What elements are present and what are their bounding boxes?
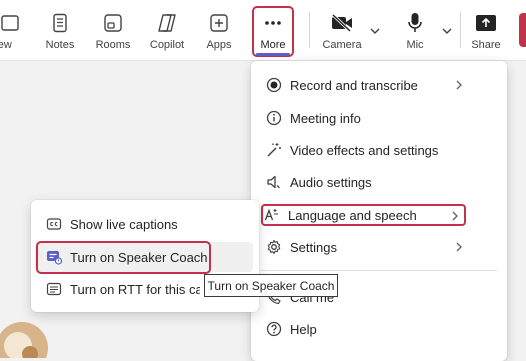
chevron-right-icon <box>456 242 462 252</box>
record-icon <box>265 76 283 94</box>
menu-divider <box>261 270 497 271</box>
notes-icon <box>51 12 69 34</box>
share-arrow-icon <box>475 12 497 34</box>
microphone-icon <box>407 12 423 34</box>
menu-item-audio-settings[interactable]: Audio settings <box>251 167 507 197</box>
magic-wand-icon <box>265 141 283 159</box>
add-app-icon <box>209 12 229 34</box>
leave-button-edge[interactable] <box>519 13 526 47</box>
help-icon <box>265 320 283 338</box>
speaker-coach-tooltip: Turn on Speaker Coach <box>204 274 338 297</box>
notes-button[interactable]: Notes <box>42 0 78 60</box>
rtt-icon <box>45 280 63 298</box>
share-button[interactable]: Share <box>468 0 504 60</box>
mic-button[interactable]: Mic <box>400 0 430 60</box>
copilot-button[interactable]: Copilot <box>146 0 188 60</box>
speaker-icon <box>265 173 283 191</box>
gear-icon <box>265 238 283 256</box>
menu-item-settings[interactable]: Settings <box>251 232 507 262</box>
more-options-menu: Record and transcribe Meeting info Video… <box>251 61 507 361</box>
participant-video-fragment <box>0 322 48 358</box>
menu-item-meeting-info[interactable]: Meeting info <box>251 103 507 133</box>
chevron-right-icon <box>456 80 462 90</box>
camera-options-chevron-icon[interactable] <box>369 26 381 36</box>
submenu-item-show-live-captions[interactable]: Show live captions <box>31 209 259 239</box>
apps-button[interactable]: Apps <box>202 0 236 60</box>
rooms-button[interactable]: Rooms <box>93 0 133 60</box>
meeting-toolbar: View Notes Rooms Copilot Apps More <box>0 0 526 61</box>
language-icon <box>263 206 281 224</box>
camera-off-icon <box>330 12 354 34</box>
rooms-icon <box>103 12 123 34</box>
mic-options-chevron-icon[interactable] <box>441 26 453 36</box>
menu-item-help[interactable]: Help <box>251 314 507 344</box>
camera-button[interactable]: Camera <box>320 0 364 60</box>
menu-item-record-and-transcribe[interactable]: Record and transcribe <box>251 70 507 100</box>
menu-item-language-and-speech[interactable]: Language and speech <box>261 204 466 226</box>
info-icon <box>265 109 283 127</box>
speaker-coach-highlight-outline <box>36 241 211 274</box>
toolbar-divider <box>460 12 461 48</box>
chevron-right-icon <box>452 211 458 221</box>
captions-icon <box>45 215 63 233</box>
view-button[interactable]: View <box>0 0 30 60</box>
toolbar-divider <box>309 12 310 48</box>
menu-item-video-effects[interactable]: Video effects and settings <box>251 135 507 165</box>
more-highlight-outline <box>252 6 294 57</box>
copilot-icon <box>156 12 178 34</box>
more-active-indicator <box>256 53 290 56</box>
grid-icon <box>0 12 20 34</box>
